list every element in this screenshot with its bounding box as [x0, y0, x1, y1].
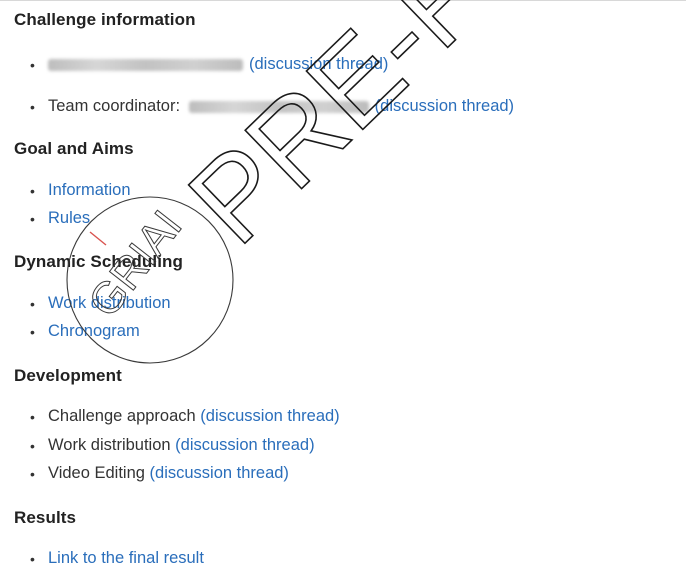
- top-divider: [0, 0, 686, 1]
- bullet: •: [30, 98, 35, 115]
- rules-link[interactable]: Rules: [48, 209, 90, 228]
- watermark-large-text: PRE-F: [164, 0, 512, 270]
- list-item-challenge-name: • (discussion thread): [30, 55, 388, 74]
- list-item-team-coordinator: • Team coordinator: (discussion thread): [30, 97, 514, 116]
- bullet: •: [30, 408, 35, 425]
- chronogram-link[interactable]: Chronogram: [48, 322, 140, 341]
- list-item-chronogram: • Chronogram: [30, 322, 140, 341]
- video-editing-label: Video Editing: [48, 464, 150, 482]
- discussion-thread-link[interactable]: (discussion thread): [150, 464, 289, 483]
- svg-text:PRE-F: PRE-F: [164, 0, 510, 269]
- heading-development: Development: [14, 366, 122, 385]
- list-item-work-distribution-dev: • Work distribution (discussion thread): [30, 436, 315, 455]
- list-item-information: • Information: [30, 181, 131, 200]
- work-distribution-link[interactable]: Work distribution: [48, 294, 171, 313]
- heading-dynamic-scheduling: Dynamic Scheduling: [14, 252, 184, 271]
- discussion-thread-link[interactable]: (discussion thread): [175, 436, 314, 455]
- heading-challenge-information: Challenge information: [14, 10, 196, 29]
- bullet: •: [30, 182, 35, 199]
- challenge-approach-label: Challenge approach: [48, 407, 201, 425]
- final-result-link[interactable]: Link to the final result: [48, 549, 204, 568]
- bullet: •: [30, 210, 35, 227]
- bullet: •: [30, 437, 35, 454]
- discussion-thread-link[interactable]: (discussion thread): [375, 97, 514, 116]
- bullet: •: [30, 465, 35, 482]
- bullet: •: [30, 550, 35, 567]
- watermark-red-mark: [89, 231, 107, 246]
- list-item-final-result: • Link to the final result: [30, 549, 204, 568]
- list-item-video-editing: • Video Editing (discussion thread): [30, 464, 289, 483]
- work-distribution-label: Work distribution: [48, 436, 176, 454]
- redacted-challenge-name: [48, 58, 243, 71]
- bullet: •: [30, 323, 35, 340]
- heading-results: Results: [14, 508, 77, 527]
- team-coordinator-label: Team coordinator:: [48, 97, 185, 115]
- discussion-thread-link[interactable]: (discussion thread): [249, 55, 388, 74]
- list-item-work-distribution: • Work distribution: [30, 294, 171, 313]
- redacted-coordinator-name: [188, 100, 369, 113]
- discussion-thread-link[interactable]: (discussion thread): [200, 407, 339, 426]
- list-item-challenge-approach: • Challenge approach (discussion thread): [30, 407, 340, 426]
- bullet: •: [30, 56, 35, 73]
- bullet: •: [30, 295, 35, 312]
- heading-goal-and-aims: Goal and Aims: [14, 139, 134, 158]
- list-item-rules: • Rules: [30, 209, 90, 228]
- information-link[interactable]: Information: [48, 181, 131, 200]
